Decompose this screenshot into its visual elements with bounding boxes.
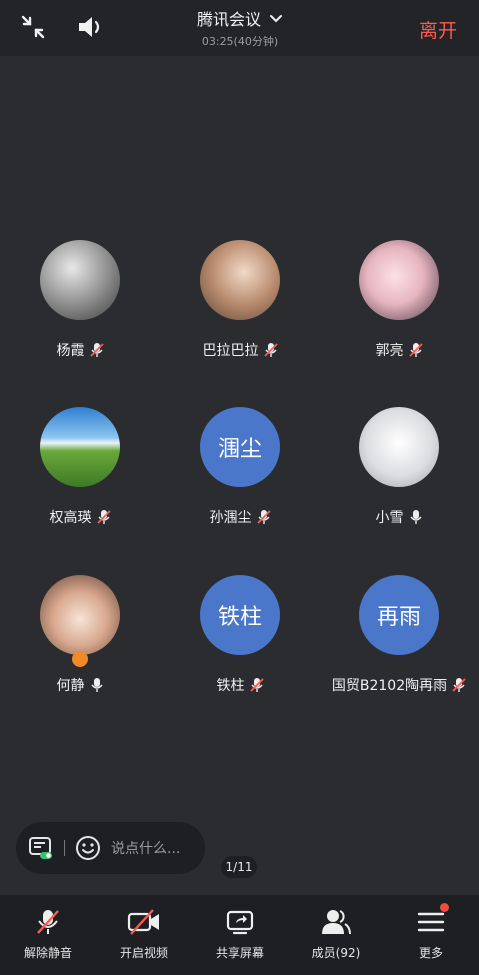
mic-muted-icon <box>249 678 264 692</box>
avatar <box>40 407 120 487</box>
avatar <box>40 240 120 320</box>
chat-placeholder[interactable]: 说点什么... <box>111 838 180 858</box>
mic-muted-icon <box>89 343 104 357</box>
participant-name: 铁柱 <box>216 678 245 694</box>
mic-icon <box>409 510 422 524</box>
more-label: 更多 <box>418 946 443 960</box>
unmute-label: 解除静音 <box>23 946 72 960</box>
video-off-icon <box>127 909 159 935</box>
meeting-title-text: 腾讯会议 <box>196 10 261 29</box>
avatar <box>40 575 120 655</box>
avatar <box>200 240 280 320</box>
members-button[interactable]: 成员(92) <box>288 907 384 961</box>
page-indicator: 1/11 <box>221 856 257 878</box>
participant-tile[interactable]: 涠尘 孙涠尘 <box>160 407 320 527</box>
meeting-title[interactable]: 腾讯会议 <box>140 6 340 30</box>
avatar <box>359 240 439 320</box>
chevron-down-icon <box>270 15 283 23</box>
host-icon <box>72 651 88 667</box>
top-bar: 腾讯会议 03:25(40分钟) 离开 <box>0 0 479 56</box>
mic-muted-icon <box>452 678 466 692</box>
start-video-label: 开启视频 <box>119 946 168 960</box>
unmute-button[interactable]: 解除静音 <box>0 907 96 961</box>
participant-tile[interactable]: 铁柱 铁柱 <box>160 575 320 695</box>
meeting-title-group[interactable]: 腾讯会议 03:25(40分钟) <box>140 6 340 49</box>
bottom-toolbar: 解除静音 开启视频 共享屏幕 成员(92) 更多 <box>0 895 479 975</box>
avatar <box>359 407 439 487</box>
participant-tile[interactable]: 再雨 国贸B2102陶再雨 <box>319 575 479 695</box>
participant-tile[interactable]: 何静 <box>0 575 160 695</box>
share-screen-label: 共享屏幕 <box>215 946 264 960</box>
more-button[interactable]: 更多 <box>383 907 479 961</box>
participant-name: 权高瑛 <box>49 510 92 526</box>
participant-tile[interactable]: 郭亮 <box>319 240 479 360</box>
mic-muted-icon <box>263 343 278 357</box>
divider <box>64 840 65 856</box>
notification-dot <box>440 903 449 912</box>
start-video-button[interactable]: 开启视频 <box>96 907 192 961</box>
participant-name: 郭亮 <box>375 343 404 359</box>
participant-tile[interactable]: 巴拉巴拉 <box>160 240 320 360</box>
minimize-icon[interactable] <box>18 12 48 42</box>
share-screen-button[interactable]: 共享屏幕 <box>192 907 288 961</box>
meeting-timer: 03:25(40分钟) <box>201 35 279 48</box>
avatar-initials: 涠尘 <box>200 407 280 487</box>
participant-name: 巴拉巴拉 <box>202 343 259 359</box>
chat-input-bar[interactable]: 说点什么... <box>16 822 205 874</box>
mic-muted-icon <box>37 910 59 934</box>
chat-list-icon[interactable] <box>28 835 54 861</box>
members-icon <box>322 910 351 935</box>
mic-muted-icon <box>256 510 271 524</box>
share-screen-icon <box>226 910 254 935</box>
mic-muted-icon <box>408 343 423 357</box>
avatar-initials: 再雨 <box>359 575 439 655</box>
participant-tile[interactable]: 权高瑛 <box>0 407 160 527</box>
mic-muted-icon <box>96 510 111 524</box>
participant-name: 孙涠尘 <box>209 510 252 526</box>
leave-button[interactable]: 离开 <box>419 16 457 43</box>
emoji-icon[interactable] <box>75 835 101 861</box>
participant-tile[interactable]: 小雪 <box>319 407 479 527</box>
participant-tile[interactable]: 杨霞 <box>0 240 160 360</box>
participant-name: 小雪 <box>375 510 404 526</box>
participant-name: 杨霞 <box>56 343 85 359</box>
members-label: 成员(92) <box>311 946 361 960</box>
participant-name: 国贸B2102陶再雨 <box>331 678 448 694</box>
participant-name: 何静 <box>56 678 85 694</box>
speaker-icon[interactable] <box>75 12 105 42</box>
mic-icon <box>90 678 103 692</box>
avatar-initials: 铁柱 <box>200 575 280 655</box>
